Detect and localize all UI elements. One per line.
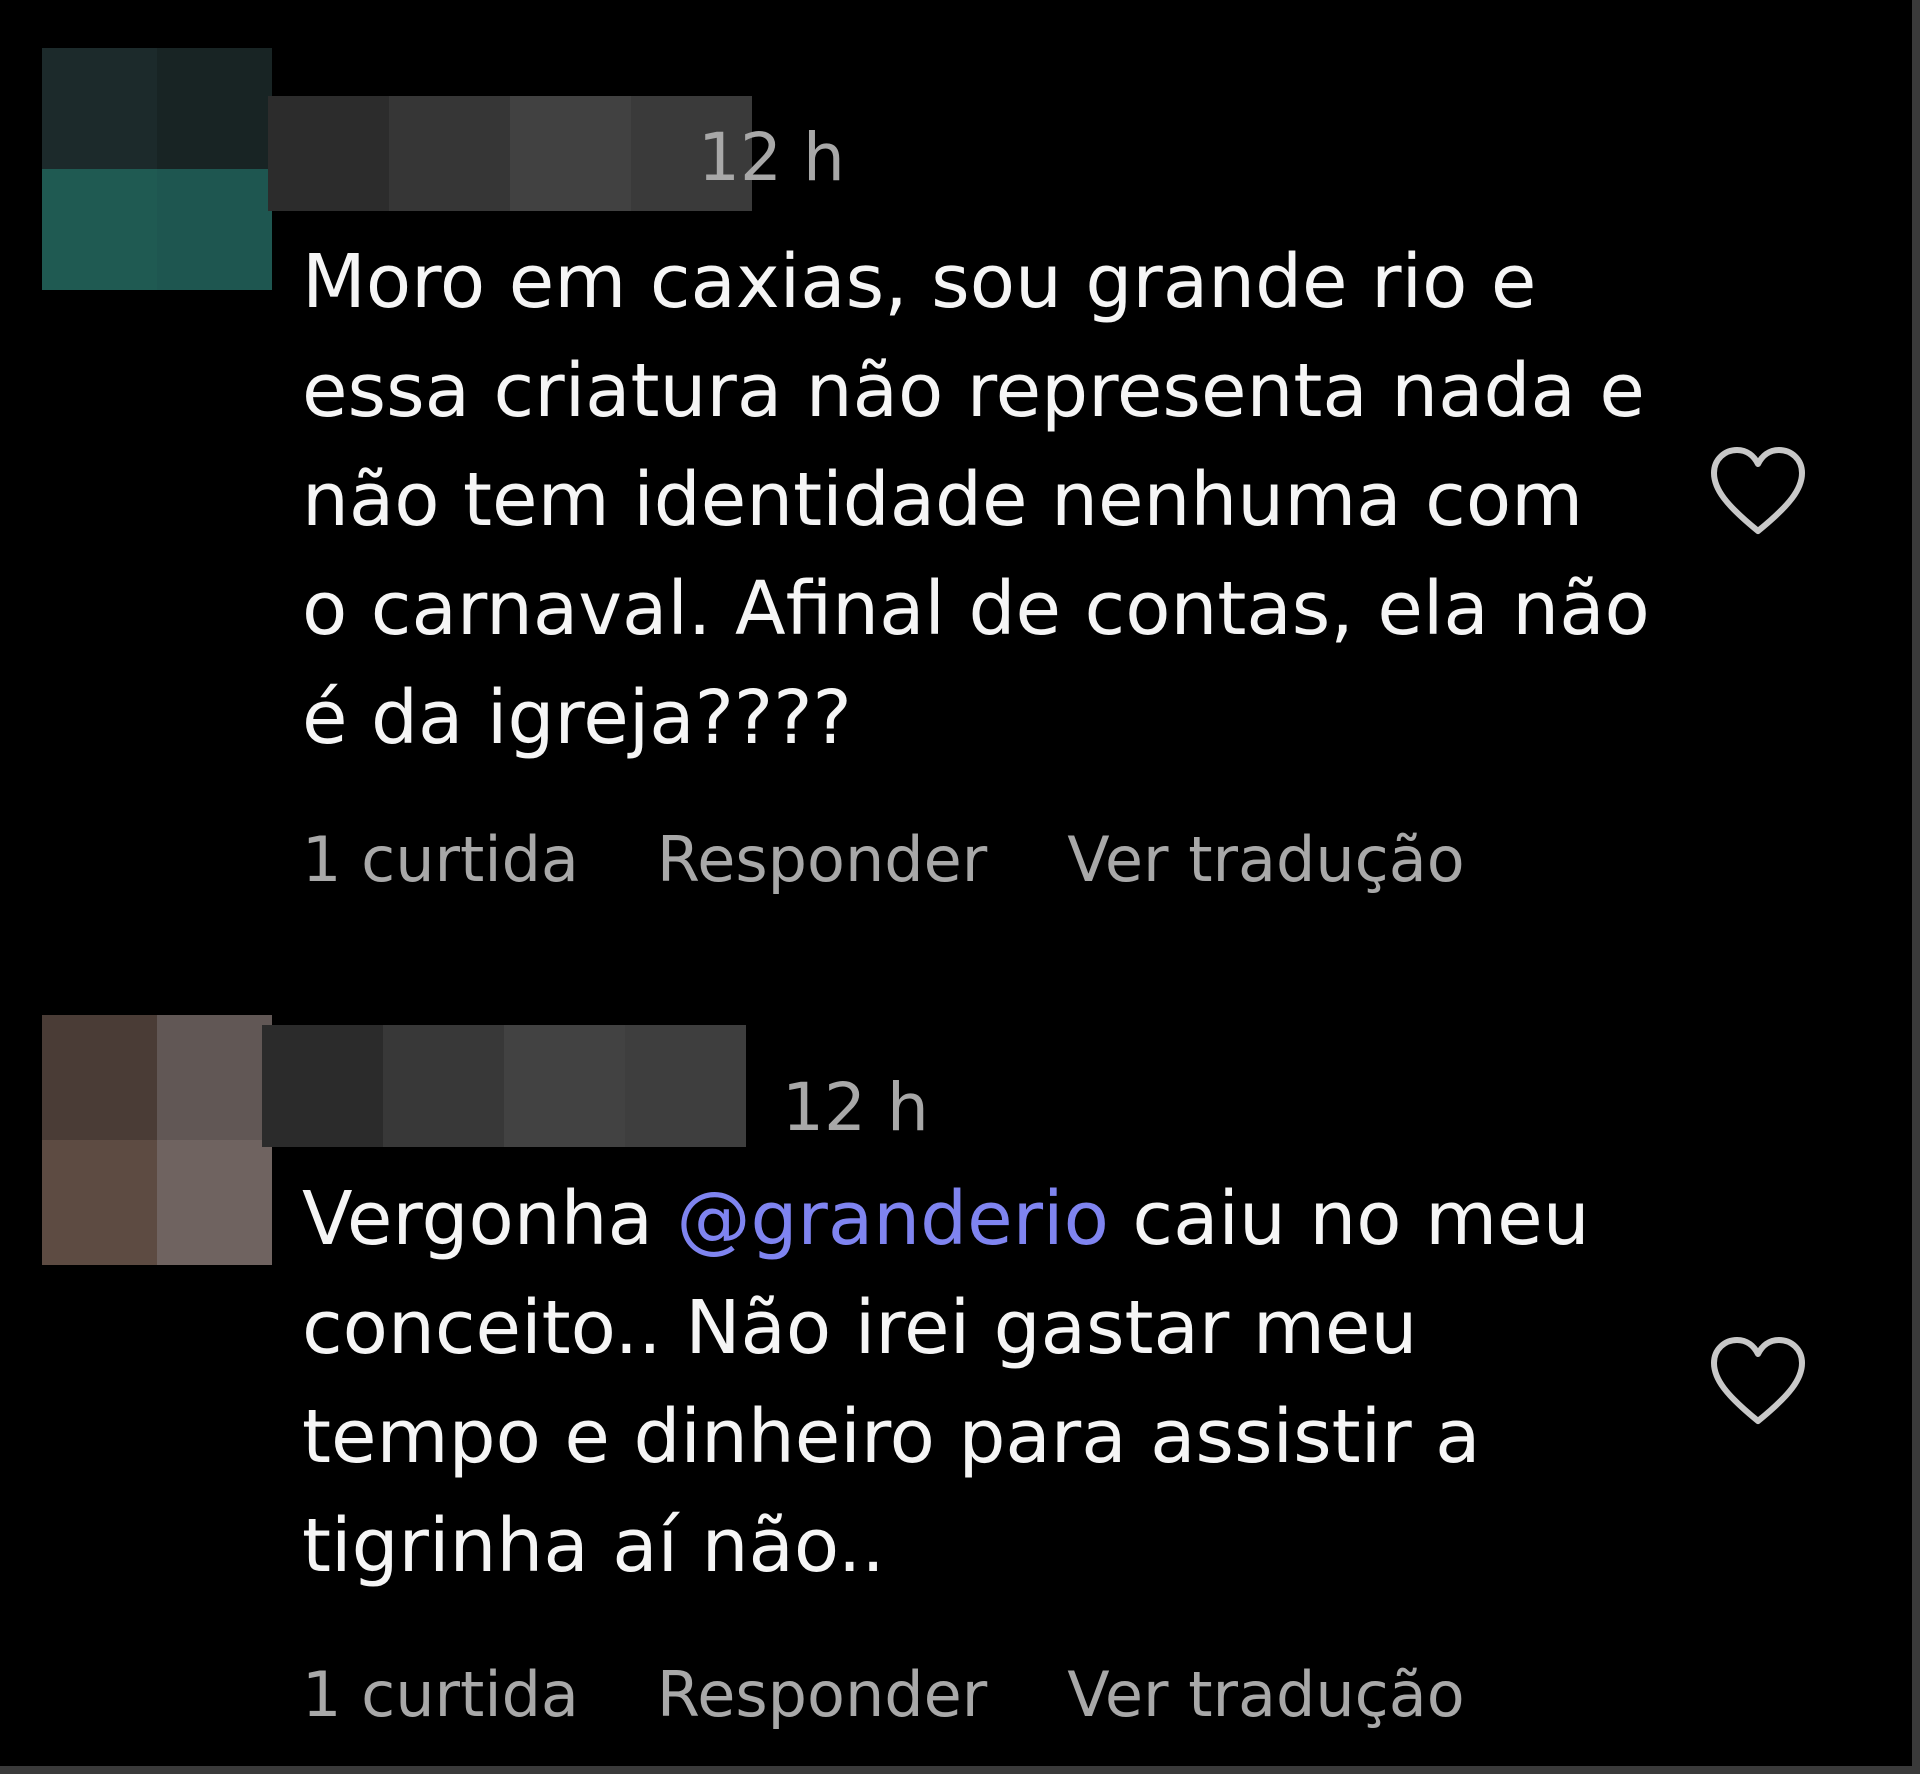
blur-block [504, 1025, 625, 1147]
comment-text: Moro em caxias, sou grande rio e essa cr… [302, 239, 1650, 761]
likes-count[interactable]: 1 curtida [302, 1655, 579, 1735]
heart-icon[interactable] [1708, 1335, 1808, 1427]
comment-text: Vergonha @granderio caiu no meu conceito… [302, 1165, 1682, 1601]
comment-actions: 1 curtida Responder Ver tradução [302, 1655, 1465, 1735]
blur-block [383, 1025, 504, 1147]
blur-block [262, 1025, 383, 1147]
comment-item: 12 h Vergonha @granderio caiu no meu con… [0, 1005, 1920, 1774]
avatar-pixel [157, 1015, 272, 1140]
avatar-pixel [42, 1015, 157, 1140]
blur-block [389, 96, 510, 211]
reply-button[interactable]: Responder [657, 820, 987, 900]
see-translation-button[interactable]: Ver tradução [1067, 820, 1464, 900]
comment-timestamp: 12 h [698, 119, 845, 196]
comment-actions: 1 curtida Responder Ver tradução [302, 820, 1465, 900]
avatar-pixel [42, 1140, 157, 1265]
avatar[interactable] [42, 48, 272, 290]
comments-panel: 12 h Moro em caxias, sou grande rio e es… [0, 0, 1920, 1774]
avatar-pixel [42, 169, 157, 290]
avatar-pixel [42, 48, 157, 169]
heart-icon[interactable] [1708, 445, 1808, 537]
avatar-pixel [157, 1140, 272, 1265]
avatar[interactable] [42, 1015, 272, 1265]
blur-block [625, 1025, 746, 1147]
mention-link[interactable]: @granderio [676, 1176, 1108, 1262]
avatar-pixel [157, 169, 272, 290]
see-translation-button[interactable]: Ver tradução [1067, 1655, 1464, 1735]
comment-timestamp: 12 h [782, 1069, 929, 1146]
username-blurred[interactable] [268, 96, 752, 211]
comment-item: 12 h Moro em caxias, sou grande rio e es… [0, 0, 1920, 960]
comment-text-start: Vergonha [302, 1176, 677, 1262]
username-blurred[interactable] [262, 1025, 746, 1147]
reply-button[interactable]: Responder [657, 1655, 987, 1735]
avatar-pixel [157, 48, 272, 169]
blur-block [510, 96, 631, 211]
blur-block [268, 96, 389, 211]
likes-count[interactable]: 1 curtida [302, 820, 579, 900]
